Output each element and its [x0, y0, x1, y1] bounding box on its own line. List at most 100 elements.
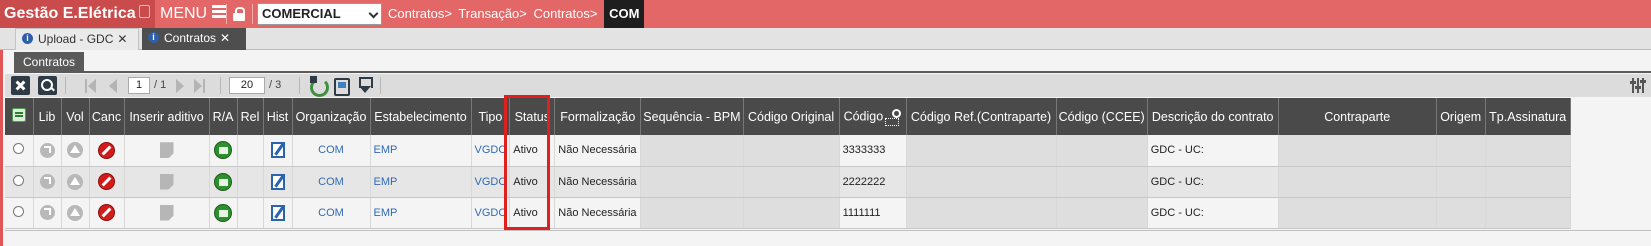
tipo-cell[interactable]: VGDC — [471, 135, 511, 167]
export-icon[interactable] — [332, 76, 351, 96]
addendum-icon[interactable] — [159, 142, 174, 159]
row-radio[interactable] — [13, 174, 25, 186]
search-icon[interactable] — [38, 76, 57, 95]
hamburger-icon — [212, 5, 228, 19]
column-header[interactable]: Hist — [263, 98, 293, 135]
column-filter-icon[interactable] — [885, 108, 902, 126]
return-icon[interactable] — [67, 173, 83, 190]
app-title[interactable]: Gestão E.Elétrica — [0, 0, 155, 28]
addendum-icon[interactable] — [159, 204, 174, 221]
breadcrumb-item[interactable]: Transação> — [458, 6, 527, 21]
column-header[interactable]: Estabelecimento — [370, 98, 472, 135]
menu-button[interactable]: MENU — [160, 0, 228, 28]
column-header[interactable]: Origem — [1436, 98, 1486, 135]
organizacao-cell[interactable]: COM — [292, 197, 371, 229]
document-icon[interactable] — [214, 172, 232, 191]
module-select[interactable]: COMERCIAL — [257, 3, 382, 25]
column-settings-icon[interactable] — [1629, 76, 1648, 95]
refresh-icon[interactable] — [308, 76, 329, 97]
ra-cell — [209, 135, 238, 167]
tab-upload-gdc[interactable]: i Upload - GDC ✕ — [15, 28, 139, 50]
tools-icon[interactable] — [11, 76, 30, 95]
column-header[interactable]: Organização — [292, 98, 371, 135]
column-header[interactable]: Código Original — [743, 98, 840, 135]
cancel-icon[interactable] — [98, 141, 115, 159]
divider — [220, 77, 221, 94]
column-header[interactable]: Contraparte — [1278, 98, 1437, 135]
info-icon: i — [148, 32, 159, 44]
column-header[interactable]: R/A — [209, 98, 238, 135]
document-icon[interactable] — [214, 141, 232, 160]
last-page-icon[interactable] — [194, 79, 202, 93]
table-row[interactable]: COM EMP VGDC Ativo Não Necessária 222222… — [5, 166, 1571, 198]
column-header[interactable]: Inserir aditivo — [124, 98, 210, 135]
column-header[interactable]: Formalização — [554, 98, 642, 135]
history-edit-icon[interactable] — [270, 204, 285, 221]
release-icon[interactable] — [39, 205, 55, 220]
estabelecimento-cell[interactable]: EMP — [370, 197, 472, 229]
breadcrumb-item[interactable]: Contratos> — [388, 6, 452, 21]
row-radio[interactable] — [13, 143, 25, 155]
prev-page-icon[interactable] — [109, 79, 117, 93]
column-header[interactable]: Rel — [237, 98, 264, 135]
rel-cell — [237, 166, 264, 198]
column-header-codigo[interactable]: Código — [839, 98, 907, 135]
tipo-cell[interactable]: VGDC — [471, 166, 511, 198]
column-header[interactable]: Código Ref.(Contraparte) — [906, 98, 1057, 135]
cancel-icon[interactable] — [98, 173, 115, 190]
table-row[interactable]: COM EMP VGDC Ativo Não Necessária 111111… — [5, 197, 1571, 229]
return-icon[interactable] — [67, 142, 83, 159]
column-header[interactable]: Vol — [61, 98, 90, 135]
status-cell: Ativo — [509, 197, 556, 229]
download-icon[interactable] — [356, 76, 375, 95]
tipo-cell[interactable]: VGDC — [471, 197, 511, 229]
estabelecimento-cell[interactable]: EMP — [370, 166, 472, 198]
lib-cell — [33, 166, 62, 198]
close-icon[interactable]: ✕ — [117, 29, 127, 50]
organizacao-cell[interactable]: COM — [292, 166, 371, 198]
table-row[interactable]: COM EMP VGDC Ativo Não Necessária 333333… — [5, 135, 1571, 167]
breadcrumb-item[interactable]: Contratos> — [534, 6, 598, 21]
cancel-icon[interactable] — [98, 204, 115, 221]
first-page-icon[interactable] — [88, 79, 96, 93]
page-input[interactable]: 1 — [128, 77, 150, 94]
select-all-header[interactable] — [5, 98, 34, 135]
return-icon[interactable] — [67, 204, 83, 221]
status-cell: Ativo — [509, 135, 556, 167]
organizacao-cell[interactable]: COM — [292, 135, 371, 167]
column-header[interactable]: Código (CCEE) — [1056, 98, 1148, 135]
column-header[interactable]: Canc — [89, 98, 125, 135]
breadcrumb-current: COM — [604, 0, 645, 28]
descricao-cell: GDC - UC: — [1147, 166, 1279, 198]
column-header-status[interactable]: Status — [509, 98, 556, 135]
addendum-icon[interactable] — [159, 173, 174, 190]
formalizacao-cell: Não Necessária — [554, 166, 642, 198]
module-select-value: COMERCIAL — [262, 6, 341, 21]
contracts-table: Lib Vol Canc Inserir aditivo R/A Rel His… — [5, 98, 1571, 229]
row-select-cell — [5, 166, 34, 198]
column-header[interactable]: Tp.Assinatura — [1485, 98, 1571, 135]
column-header[interactable]: Sequência - BPM — [640, 98, 744, 135]
release-icon[interactable] — [39, 142, 55, 158]
lock-icon[interactable] — [233, 7, 245, 21]
tab-contratos[interactable]: i Contratos ✕ — [142, 28, 246, 50]
addendum-cell — [124, 135, 210, 167]
column-header[interactable]: Descrição do contrato — [1147, 98, 1279, 135]
tab-bar: i Upload - GDC ✕ i Contratos ✕ — [0, 28, 1651, 50]
column-header[interactable]: Tipo — [471, 98, 511, 135]
estabelecimento-cell[interactable]: EMP — [370, 135, 472, 167]
column-header[interactable]: Lib — [33, 98, 62, 135]
next-page-icon[interactable] — [176, 79, 184, 93]
canc-cell — [89, 166, 125, 198]
history-edit-icon[interactable] — [270, 173, 285, 190]
panel-title: Contratos — [14, 52, 84, 72]
page-size-input[interactable]: 20 — [229, 77, 265, 94]
history-edit-icon[interactable] — [270, 142, 285, 159]
origem-cell — [1436, 197, 1486, 229]
row-radio[interactable] — [13, 205, 25, 217]
close-icon[interactable]: ✕ — [220, 28, 230, 49]
formalizacao-cell: Não Necessária — [554, 135, 642, 167]
document-icon[interactable] — [214, 203, 232, 222]
release-icon[interactable] — [39, 174, 55, 189]
canc-cell — [89, 135, 125, 167]
